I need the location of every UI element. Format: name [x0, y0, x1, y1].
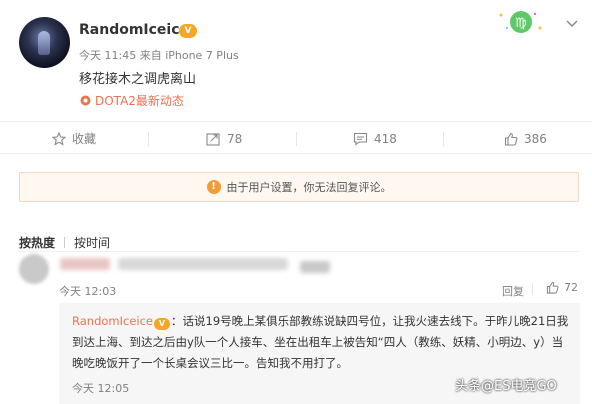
virgo-icon: ♍: [499, 11, 542, 33]
reply-body: RandomIceice V ：话说19号晚上某俱乐部教练说缺四号位，让我火速去线下…: [72, 311, 574, 374]
reply-restricted-notice: ! 由于用户设置，你无法回复评论。: [19, 172, 579, 202]
verified-badge-icon: V: [179, 24, 197, 38]
comment-time: 今天 12:03: [59, 285, 117, 298]
thumbs-up-icon: [546, 281, 559, 294]
divider: [148, 132, 149, 146]
comment-sort-tabs: 按热度 按时间: [19, 234, 110, 251]
comment-count: 418: [374, 131, 397, 146]
comment-button[interactable]: 418: [353, 122, 397, 155]
divider: [443, 132, 444, 146]
like-count: 386: [524, 131, 547, 146]
post-username[interactable]: RandomIceice: [79, 22, 189, 38]
repost-count: 78: [227, 131, 243, 146]
comment-reply-button[interactable]: 回复: [502, 283, 524, 299]
topic-label: DOTA2最新动态: [95, 94, 184, 108]
post-meta: 今天 11:45 来自 iPhone 7 Plus: [79, 49, 239, 62]
user-avatar[interactable]: [19, 17, 70, 68]
reply-time: 今天 12:05: [72, 382, 130, 395]
tab-divider: [64, 237, 66, 248]
comment-text-blurred: [300, 261, 330, 273]
favorite-button[interactable]: 收藏: [52, 122, 96, 155]
commenter-name-blurred: [60, 258, 110, 270]
notice-text: 由于用户设置，你无法回复评论。: [226, 181, 392, 194]
tab-by-hot[interactable]: 按热度: [19, 236, 55, 250]
repost-button[interactable]: 78: [206, 122, 242, 155]
like-button[interactable]: 386: [504, 122, 547, 155]
watermark: 头条@ES电竞GO: [455, 379, 557, 394]
divider: [532, 283, 533, 295]
post-content: 移花接木之调虎离山: [79, 72, 197, 87]
tab-by-time[interactable]: 按时间: [74, 236, 110, 250]
reply-username[interactable]: RandomIceice: [72, 314, 153, 328]
repost-icon: [206, 132, 220, 146]
topic-icon: [80, 95, 91, 106]
commenter-avatar[interactable]: [19, 254, 49, 284]
svg-text:♍: ♍: [515, 16, 527, 31]
tabs-divider: [19, 251, 579, 252]
star-icon: [52, 131, 66, 146]
verified-badge-icon: V: [154, 318, 170, 330]
topic-link[interactable]: DOTA2最新动态: [80, 92, 184, 109]
comment-like-count: 72: [564, 281, 578, 294]
weibo-post: RandomIceice V 今天 11:45 来自 iPhone 7 Plus…: [0, 0, 592, 120]
comment-text-blurred: [118, 258, 288, 270]
thumbs-up-icon: [504, 132, 518, 146]
warning-icon: !: [206, 180, 221, 194]
comment-like-button[interactable]: 72: [546, 281, 578, 294]
favorite-label: 收藏: [72, 132, 97, 146]
comment-icon: [353, 132, 368, 146]
action-bar: 收藏 78 418 386: [0, 121, 592, 154]
divider: [296, 132, 297, 146]
chevron-down-icon[interactable]: [565, 16, 579, 30]
